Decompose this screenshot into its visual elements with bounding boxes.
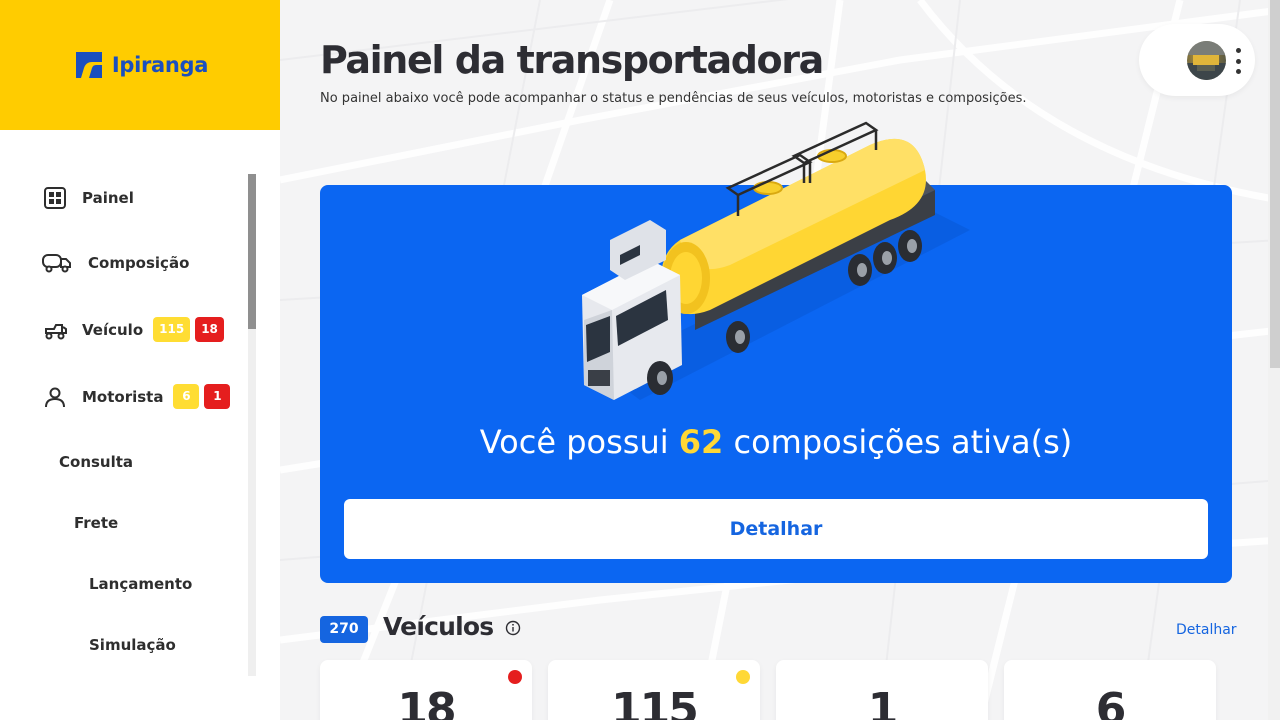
more-options-icon[interactable] (1233, 48, 1243, 74)
status-dot-red (508, 670, 522, 684)
hero-text-before: Você possui (479, 423, 669, 461)
ipiranga-logo[interactable]: Ipiranga (72, 48, 208, 82)
sidebar-item-label: Motorista (82, 387, 164, 406)
sidebar-item-lancamento[interactable]: Lançamento (89, 575, 192, 593)
sidebar-item-consulta[interactable]: Consulta (59, 453, 133, 471)
brand-name: Ipiranga (111, 53, 209, 77)
vehicles-section-title: Veículos (383, 612, 494, 641)
vehicle-stat-card[interactable]: 1 (776, 660, 988, 720)
tanker-truck-illustration (582, 121, 970, 400)
brand-header: Ipiranga (0, 0, 280, 130)
sidebar-item-motorista[interactable]: Motorista 6 1 (42, 384, 231, 409)
avatar[interactable] (1187, 41, 1226, 80)
sidebar-item-label: Painel (82, 189, 134, 207)
stat-value: 18 (397, 684, 456, 720)
vehicle-stat-card[interactable]: 115 (548, 660, 760, 720)
sidebar-scrollbar-thumb[interactable] (248, 174, 256, 329)
sidebar-item-label: Veículo (82, 320, 144, 339)
page-title: Painel da transportadora (320, 38, 824, 82)
vehicles-count-badge: 270 (320, 616, 368, 643)
page-subtitle: No painel abaixo você pode acompanhar o … (320, 91, 1027, 106)
sidebar-item-painel[interactable]: Painel (42, 186, 134, 210)
page-scrollbar-thumb[interactable] (1270, 0, 1280, 368)
active-compositions-count: 62 (678, 423, 724, 461)
stat-value: 1 (867, 684, 899, 720)
status-dot-yellow (736, 670, 750, 684)
vehicle-stat-card[interactable]: 18 (320, 660, 532, 720)
vehicle-badges: 115 18 (153, 317, 224, 342)
sidebar-item-simulacao[interactable]: Simulação (89, 636, 176, 654)
stat-value: 115 (611, 684, 699, 720)
alert-count-badge: 18 (195, 317, 224, 342)
user-menu[interactable] (1139, 24, 1255, 96)
ipiranga-logo-icon (75, 52, 102, 78)
sidebar-item-composicao[interactable]: Composição (42, 251, 189, 275)
vehicles-detail-link[interactable]: Detalhar (1176, 622, 1237, 638)
alert-count-badge: 1 (204, 384, 231, 409)
warning-count-badge: 6 (173, 384, 200, 409)
sidebar-item-frete[interactable]: Frete (74, 514, 118, 532)
sidebar: Painel Composição Veículo 115 18 Motoris… (0, 130, 280, 720)
truck-composition-icon (42, 251, 72, 275)
sidebar-item-veiculo[interactable]: Veículo 115 18 (42, 317, 224, 342)
driver-badges: 6 1 (173, 384, 231, 409)
info-icon[interactable] (505, 620, 521, 636)
stat-value: 6 (1095, 684, 1127, 720)
vehicle-stat-card[interactable]: 6 (1004, 660, 1216, 720)
detail-compositions-button[interactable]: Detalhar (344, 499, 1208, 559)
active-compositions-text: Você possui 62 composições ativa(s) (320, 423, 1232, 461)
dashboard-grid-icon (42, 186, 68, 210)
vehicle-icon (42, 318, 68, 342)
person-icon (42, 385, 68, 409)
hero-text-after: composições ativa(s) (733, 423, 1073, 461)
sidebar-item-label: Composição (88, 254, 190, 272)
warning-count-badge: 115 (153, 317, 191, 342)
